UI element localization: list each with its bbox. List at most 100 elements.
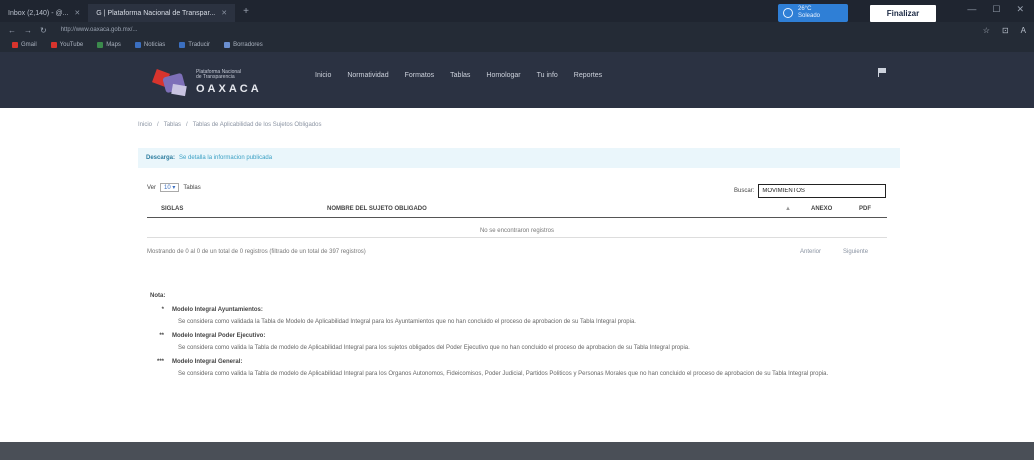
close-icon[interactable]: ✕ (221, 9, 227, 17)
nav-item-homologar[interactable]: Homologar (486, 72, 520, 79)
bookmark-item[interactable]: Noticias (134, 42, 166, 48)
note-body: Se considera como valida la Tabla de mod… (178, 371, 829, 377)
weather-widget[interactable]: 26°C Soleado (778, 4, 848, 22)
nav-item-reportes[interactable]: Reportes (574, 72, 602, 79)
bookmark-icon (97, 42, 104, 48)
length-select[interactable]: 10 ▾ (160, 183, 180, 192)
breadcrumb-separator: / (186, 122, 188, 128)
bookmark-icon (12, 42, 18, 48)
note-mark: * (161, 307, 164, 313)
breadcrumb-current: Tablas de Aplicabilidad de los Sujetos O… (192, 122, 322, 128)
maximize-icon[interactable]: ☐ (992, 4, 1000, 15)
logo-mark-icon (150, 65, 190, 99)
bookmark-item[interactable]: Gmail (12, 42, 37, 48)
sort-icon[interactable]: ▲ (785, 206, 791, 212)
bookmark-item[interactable]: Borradores (224, 42, 263, 48)
extensions-icon[interactable]: ⊡ (1002, 26, 1009, 35)
bookmarks-bar: Gmail YouTube Maps Noticias Traducir Bor… (0, 38, 1034, 52)
nav-item-inicio[interactable]: Inicio (315, 72, 331, 79)
reload-icon[interactable]: ↻ (40, 26, 47, 35)
table-divider (147, 217, 887, 218)
note-body: Se considera como valida la Tabla de mod… (178, 345, 690, 351)
bookmark-icon (50, 42, 57, 48)
tab-label: G | Plataforma Nacional de Transpar... (96, 9, 216, 17)
close-icon[interactable]: ✕ (74, 9, 80, 17)
bookmark-label: Maps (106, 42, 121, 48)
weather-icon (783, 8, 793, 18)
logo-subtitle-2: de Transparencia (196, 74, 235, 80)
column-header-pdf[interactable]: PDF (859, 206, 871, 212)
bookmark-item[interactable]: YouTube (50, 42, 84, 48)
length-label: Ver (147, 184, 157, 191)
column-header-siglas[interactable]: SIGLAS (161, 206, 183, 212)
weather-temp: 26°C (798, 6, 812, 13)
table-search: Buscar: (734, 184, 887, 198)
search-input[interactable] (758, 184, 887, 198)
note-mark: *** (156, 359, 164, 365)
note-title: Modelo Integral General: (172, 359, 243, 365)
bookmark-icon (179, 42, 186, 48)
note-mark: ** (159, 333, 164, 339)
bookmark-item[interactable]: Traducir (179, 42, 210, 48)
nav-item-normatividad[interactable]: Normatividad (347, 72, 388, 79)
url-field[interactable]: http://www.oaxaca.gob.mx/... (61, 27, 138, 33)
column-header-anexo[interactable]: ANEXO (811, 206, 832, 212)
bookmark-label: YouTube (59, 42, 84, 48)
breadcrumb-tablas[interactable]: Tablas (164, 122, 181, 128)
alert-link[interactable]: Se detalla la informacion publicada (179, 155, 272, 161)
star-icon[interactable]: ☆ (983, 26, 990, 35)
nav-item-tu-info[interactable]: Tu info (537, 72, 558, 79)
breadcrumb-separator: / (157, 122, 159, 128)
flag-icon[interactable] (878, 68, 886, 77)
logo-title: OAXACA (196, 82, 262, 95)
pager-previous[interactable]: Anterior (800, 249, 821, 255)
breadcrumb: Inicio / Tablas / Tablas de Aplicabilida… (138, 122, 321, 128)
breadcrumb-home[interactable]: Inicio (138, 122, 152, 128)
note-title: Modelo Integral Poder Ejecutivo: (172, 333, 266, 339)
bookmark-icon (224, 42, 231, 48)
search-label: Buscar: (734, 188, 755, 194)
bookmark-label: Gmail (21, 42, 37, 48)
column-header-nombre[interactable]: NOMBRE DEL SUJETO OBLIGADO (327, 206, 427, 212)
browser-tab-active[interactable]: G | Plataforma Nacional de Transpar... ✕ (88, 4, 236, 22)
bookmark-item[interactable]: Maps (97, 42, 121, 48)
main-nav: Inicio Normatividad Formatos Tablas Homo… (315, 72, 602, 79)
nav-item-formatos[interactable]: Formatos (405, 72, 435, 79)
bookmark-icon (134, 42, 141, 48)
pagination: Anterior Siguiente (800, 249, 868, 255)
window-controls: — ☐ ✕ (967, 4, 1024, 15)
new-tab-button[interactable]: + (235, 6, 257, 17)
back-icon[interactable]: ← (8, 26, 16, 35)
table-empty-row: No se encontraron registros (147, 224, 887, 238)
bookmark-label: Noticias (143, 42, 166, 48)
notes-section: Nota: * Modelo Integral Ayuntamientos: S… (150, 293, 910, 379)
notes-title: Nota: (150, 293, 166, 299)
bookmark-label: Borradores (233, 42, 263, 48)
site-header: Plataforma Nacional de Transparencia OAX… (0, 52, 1034, 108)
alert-strong: Descarga: (146, 155, 176, 161)
note-body: Se considera como validada la Tabla de M… (178, 319, 636, 325)
profile-icon[interactable]: A (1021, 26, 1026, 35)
forward-icon[interactable]: → (24, 26, 32, 35)
table-length-control: Ver 10 ▾ Tablas (147, 183, 201, 192)
bookmark-label: Traducir (188, 42, 211, 48)
address-bar: ← → ↻ http://www.oaxaca.gob.mx/... ☆ ⊡ A (0, 22, 1034, 38)
taskbar (0, 442, 1034, 460)
weather-condition: Soleado (798, 13, 821, 19)
minimize-icon[interactable]: — (967, 4, 976, 15)
site-logo[interactable]: Plataforma Nacional de Transparencia OAX… (150, 60, 280, 104)
pager-next[interactable]: Siguiente (843, 249, 868, 255)
table-info: Mostrando de 0 al 0 de un total de 0 reg… (147, 249, 366, 255)
length-value: 10 (164, 185, 171, 191)
note-heading: *** Modelo Integral General: (150, 359, 910, 365)
note-heading: * Modelo Integral Ayuntamientos: (150, 307, 910, 313)
close-window-icon[interactable]: ✕ (1016, 4, 1024, 15)
tab-label: Inbox (2,140) - @... (8, 9, 69, 17)
browser-tab-inbox[interactable]: Inbox (2,140) - @... ✕ (0, 4, 88, 22)
length-suffix: Tablas (183, 184, 201, 191)
nav-item-tablas[interactable]: Tablas (450, 72, 470, 79)
finish-button[interactable]: Finalizar (870, 5, 936, 22)
download-alert: Descarga: Se detalla la informacion publ… (138, 148, 900, 168)
note-heading: ** Modelo Integral Poder Ejecutivo: (150, 333, 910, 339)
note-title: Modelo Integral Ayuntamientos: (172, 307, 263, 313)
